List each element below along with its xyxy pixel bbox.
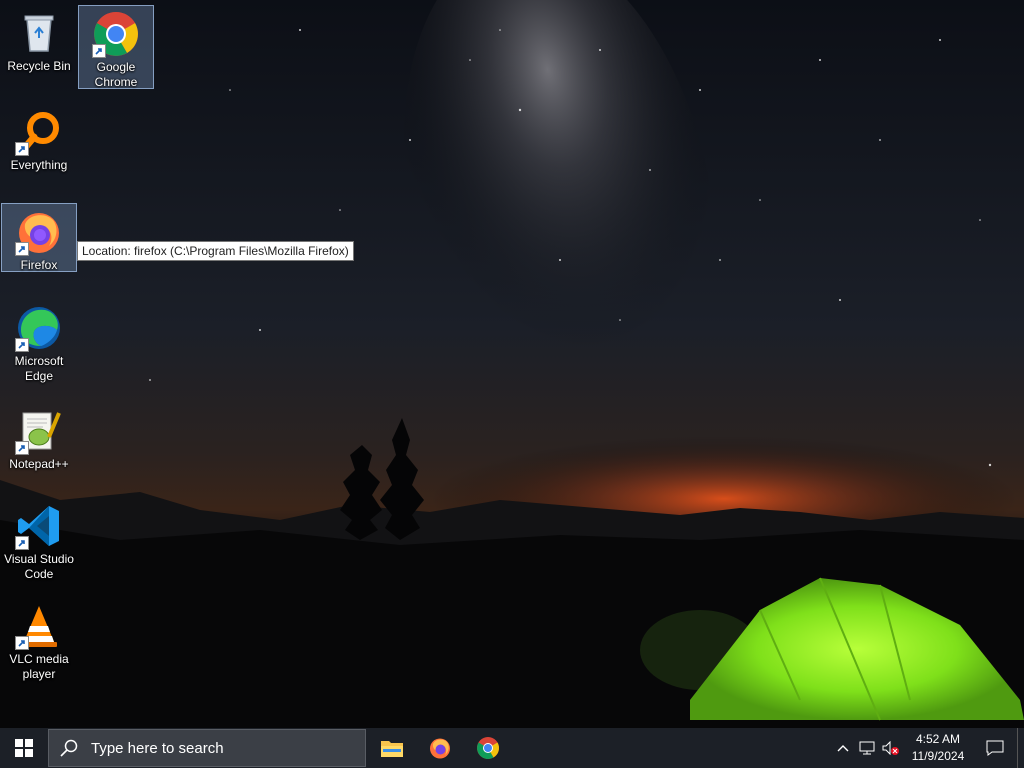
desktop-icon-notepadpp[interactable]: Notepad++ <box>1 403 77 473</box>
shortcut-arrow-icon <box>15 536 29 550</box>
desktop-icon-label: Recycle Bin <box>7 59 71 73</box>
system-tray: 4:52 AM 11/9/2024 <box>831 728 1024 768</box>
taskbar-clock[interactable]: 4:52 AM 11/9/2024 <box>903 731 973 765</box>
firefox-icon <box>15 208 63 256</box>
notepadpp-icon <box>15 407 63 455</box>
desktop-icon-label: Microsoft Edge <box>14 354 64 383</box>
everything-icon <box>15 108 63 156</box>
desktop-icon-microsoft-edge[interactable]: Microsoft Edge <box>1 300 77 390</box>
chrome-icon <box>92 10 140 58</box>
taskbar: 4:52 AM 11/9/2024 <box>0 728 1024 768</box>
desktop-icon-google-chrome[interactable]: Google Chrome <box>78 5 154 89</box>
desktop-icon-label: VLC media player <box>9 652 69 681</box>
desktop-icon-everything[interactable]: Everything <box>1 104 77 184</box>
firefox-icon <box>430 738 450 759</box>
shortcut-arrow-icon <box>15 242 29 256</box>
notification-icon[interactable] <box>973 728 1017 768</box>
volume-muted-icon[interactable] <box>879 728 903 768</box>
taskbar-firefox[interactable] <box>416 728 464 768</box>
desktop-icon-firefox[interactable]: Firefox <box>1 203 77 272</box>
taskbar-file-explorer[interactable] <box>368 728 416 768</box>
search-icon <box>49 739 89 757</box>
desktop-icon-vscode[interactable]: Visual Studio Code <box>1 498 77 588</box>
shortcut-arrow-icon <box>15 636 29 650</box>
show-desktop-button[interactable] <box>1017 728 1024 768</box>
clock-time: 4:52 AM <box>915 732 961 746</box>
icon-location-tooltip: Location: firefox (C:\Program Files\Mozi… <box>77 241 354 261</box>
shortcut-arrow-icon <box>92 44 106 58</box>
vscode-icon <box>15 502 63 550</box>
shortcut-arrow-icon <box>15 338 29 352</box>
shortcut-arrow-icon <box>15 441 29 455</box>
desktop-wallpaper <box>0 0 1024 728</box>
desktop-icon-label: Visual Studio Code <box>4 552 74 581</box>
desktop-icon-vlc[interactable]: VLC media player <box>1 598 77 688</box>
file-explorer-icon <box>381 741 403 757</box>
desktop-icon-label: Google Chrome <box>94 60 138 89</box>
clock-date: 11/9/2024 <box>911 749 965 763</box>
desktop-icon-label: Firefox <box>20 258 58 272</box>
chrome-icon <box>477 737 499 759</box>
search-input[interactable] <box>89 738 353 758</box>
recycle-bin-icon <box>15 9 63 57</box>
start-button[interactable] <box>0 728 48 768</box>
taskbar-chrome[interactable] <box>464 728 512 768</box>
desktop-icon-recycle-bin[interactable]: Recycle Bin <box>1 5 77 85</box>
edge-icon <box>15 304 63 352</box>
desktop-icon-label: Notepad++ <box>9 457 69 471</box>
windows-logo-icon <box>15 739 33 757</box>
desktop-icon-label: Everything <box>10 158 68 172</box>
taskbar-search-box[interactable] <box>48 729 366 767</box>
vlc-icon <box>15 602 63 650</box>
network-icon[interactable] <box>855 728 879 768</box>
shortcut-arrow-icon <box>15 142 29 156</box>
chevron-up-icon[interactable] <box>831 728 855 768</box>
